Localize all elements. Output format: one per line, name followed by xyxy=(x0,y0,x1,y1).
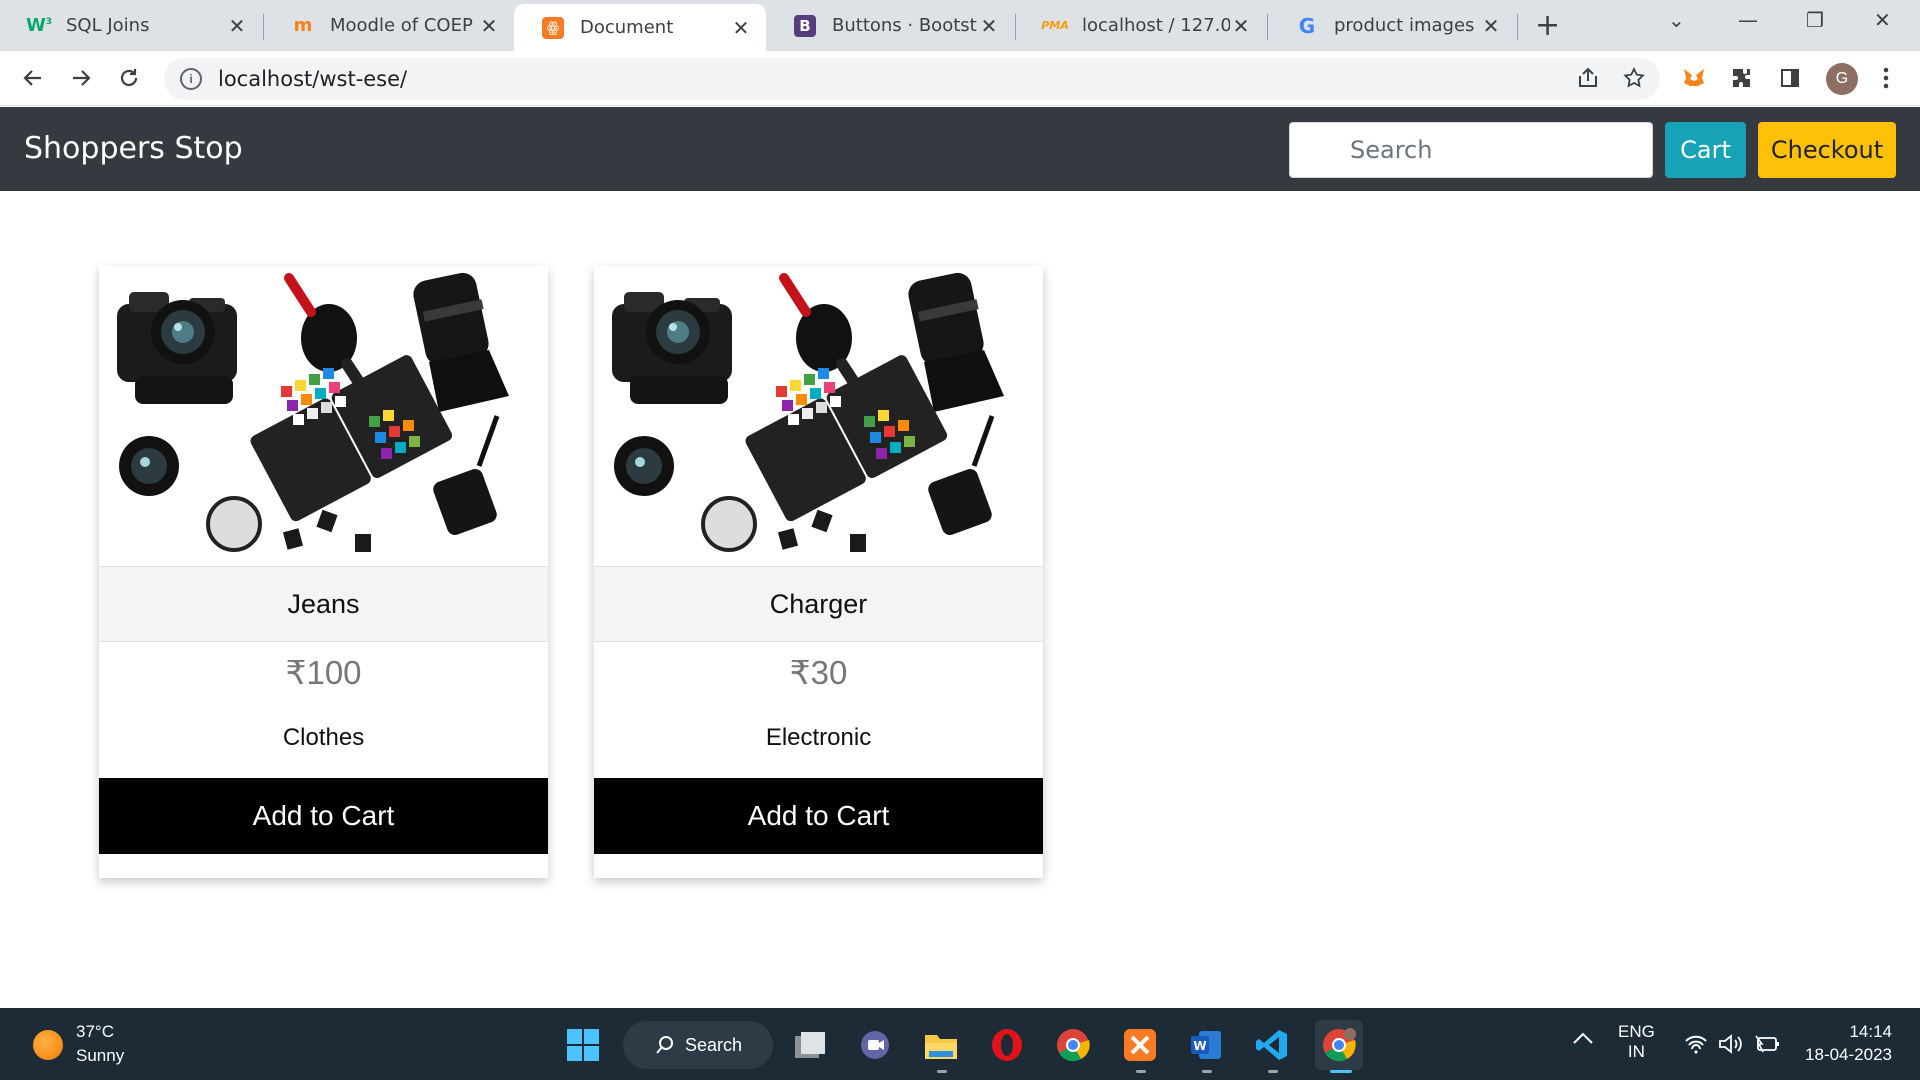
profile-avatar[interactable]: G xyxy=(1826,63,1858,95)
xampp-icon: ꙮ xyxy=(542,16,564,39)
clock[interactable]: 14:14 18-04-2023 xyxy=(1800,1022,1892,1065)
tab-title: localhost / 127.0.0.1 xyxy=(1082,15,1230,36)
show-hidden-icons[interactable] xyxy=(1572,1030,1594,1050)
search-icon xyxy=(656,1036,673,1054)
minimize-icon[interactable]: — xyxy=(1738,8,1758,32)
xampp-taskbar-icon[interactable] xyxy=(1121,1026,1159,1064)
weather-sun-icon[interactable] xyxy=(33,1030,63,1060)
window-close-icon[interactable]: ✕ xyxy=(1874,8,1891,32)
tab-title: product images for xyxy=(1334,15,1480,36)
phpmyadmin-icon: PMA xyxy=(1041,19,1069,32)
forward-icon[interactable] xyxy=(66,63,96,93)
taskbar-search-label: Search xyxy=(685,1034,743,1055)
back-icon[interactable] xyxy=(18,63,48,93)
chrome-icon[interactable] xyxy=(1054,1026,1092,1064)
close-icon[interactable]: ✕ xyxy=(978,14,1000,38)
reload-icon[interactable] xyxy=(114,63,144,93)
clock-time: 14:14 xyxy=(1849,1022,1892,1041)
bootstrap-icon: B xyxy=(794,14,816,37)
close-icon[interactable]: ✕ xyxy=(1480,14,1502,38)
product-card: Charger ₹30 Electronic Add to Cart xyxy=(594,266,1043,878)
product-name: Charger xyxy=(594,566,1043,642)
address-bar[interactable]: i localhost/wst-ese/ xyxy=(164,58,1660,100)
close-icon[interactable]: ✕ xyxy=(730,16,752,40)
checkout-button[interactable]: Checkout xyxy=(1758,122,1896,178)
add-to-cart-button[interactable]: Add to Cart xyxy=(594,778,1043,854)
close-icon[interactable]: ✕ xyxy=(478,14,500,38)
tab-title: Document xyxy=(580,17,674,38)
volume-icon[interactable] xyxy=(1718,1033,1744,1060)
word-icon[interactable]: W xyxy=(1187,1026,1225,1064)
vscode-icon[interactable] xyxy=(1253,1026,1291,1064)
metamask-icon[interactable] xyxy=(1680,64,1708,92)
tab-sql-joins[interactable]: W3 SQL Joins ✕ xyxy=(0,0,262,51)
product-category: Clothes xyxy=(282,724,365,751)
region-code: IN xyxy=(1627,1042,1645,1061)
extensions-icon[interactable] xyxy=(1728,64,1756,92)
windows-taskbar: 37°C Sunny Search W ENG IN 14:14 18-04-2… xyxy=(0,1008,1920,1080)
weather-temperature[interactable]: 37°C xyxy=(76,1022,114,1042)
url-text: localhost/wst-ese/ xyxy=(218,67,408,91)
weather-condition[interactable]: Sunny xyxy=(76,1046,124,1066)
share-icon[interactable] xyxy=(1574,64,1602,92)
product-price: ₹100 xyxy=(285,653,362,691)
site-info-icon[interactable]: i xyxy=(180,68,202,90)
close-icon[interactable]: ✕ xyxy=(1230,14,1252,38)
tab-bootstrap[interactable]: B Buttons · Bootstrap ✕ xyxy=(766,0,1014,51)
tab-phpmyadmin[interactable]: PMA localhost / 127.0.0.1 ✕ xyxy=(1016,0,1266,51)
new-tab-button[interactable]: + xyxy=(1535,8,1560,43)
close-icon[interactable]: ✕ xyxy=(226,14,248,38)
language-code: ENG xyxy=(1618,1022,1655,1041)
tab-google[interactable]: G product images for ✕ xyxy=(1268,0,1516,51)
product-image xyxy=(99,266,548,566)
w3schools-icon: W3 xyxy=(25,15,53,36)
side-panel-icon[interactable] xyxy=(1776,64,1804,92)
search-input[interactable] xyxy=(1289,122,1653,178)
moodle-icon: m xyxy=(293,15,313,36)
add-to-cart-button[interactable]: Add to Cart xyxy=(99,778,548,854)
tab-search-icon[interactable]: ⌄ xyxy=(1668,8,1685,32)
language-indicator[interactable]: ENG IN xyxy=(1618,1022,1655,1062)
teams-chat-icon[interactable] xyxy=(856,1026,894,1064)
opera-icon[interactable] xyxy=(988,1026,1026,1064)
site-navbar: Shoppers Stop Cart Checkout xyxy=(0,107,1920,191)
taskbar-search[interactable]: Search xyxy=(623,1021,773,1069)
wifi-icon[interactable] xyxy=(1684,1034,1708,1059)
clock-date: 18-04-2023 xyxy=(1805,1045,1892,1064)
tab-document[interactable]: ꙮ Document ✕ xyxy=(514,4,766,51)
tab-title: Moodle of COEP Te xyxy=(330,15,478,36)
product-card: Jeans ₹100 Clothes Add to Cart xyxy=(99,266,548,878)
product-name: Jeans xyxy=(99,566,548,642)
tab-strip: W3 SQL Joins ✕ m Moodle of COEP Te ✕ ꙮ D… xyxy=(0,0,1920,51)
google-icon: G xyxy=(1298,13,1316,38)
product-category: Electronic xyxy=(765,724,872,751)
file-explorer-icon[interactable] xyxy=(922,1026,960,1064)
site-brand[interactable]: Shoppers Stop xyxy=(24,131,243,166)
cart-button[interactable]: Cart xyxy=(1665,122,1746,178)
task-view-icon[interactable] xyxy=(791,1026,829,1064)
tab-title: SQL Joins xyxy=(66,15,150,36)
battery-icon[interactable] xyxy=(1754,1034,1780,1059)
windows-start-icon[interactable] xyxy=(564,1026,602,1064)
chrome-profile-icon[interactable] xyxy=(1315,1020,1363,1070)
bookmark-star-icon[interactable] xyxy=(1620,64,1648,92)
product-price: ₹30 xyxy=(789,653,848,691)
browser-toolbar: i localhost/wst-ese/ xyxy=(0,51,1920,106)
product-image xyxy=(594,266,1043,566)
tab-moodle[interactable]: m Moodle of COEP Te ✕ xyxy=(264,0,514,51)
svg-text:W: W xyxy=(1193,1039,1206,1053)
restore-icon[interactable]: ❐ xyxy=(1806,8,1824,32)
menu-icon[interactable] xyxy=(1872,64,1900,92)
tab-title: Buttons · Bootstrap xyxy=(832,15,978,36)
